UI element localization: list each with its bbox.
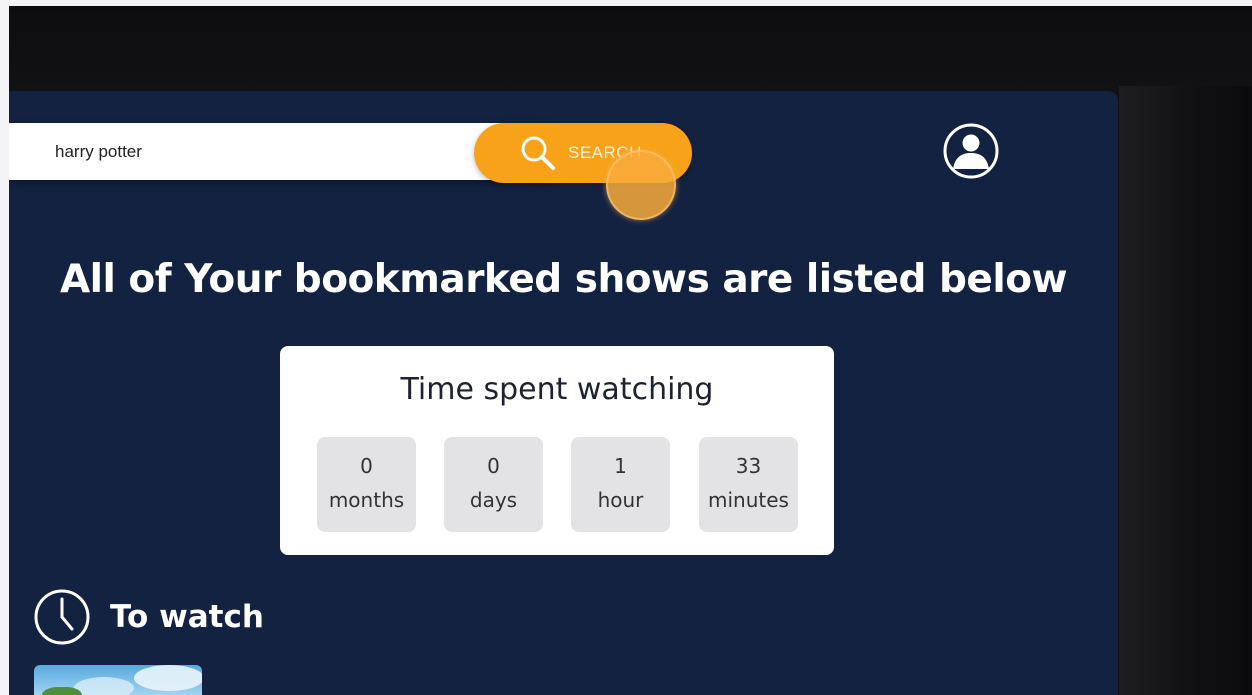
to-watch-section-header: To watch	[33, 588, 264, 646]
thumbnail-cloud	[74, 677, 134, 695]
right-shadow	[1119, 86, 1252, 695]
search-bar: SEARCH	[9, 123, 693, 220]
search-button[interactable]: SEARCH	[474, 123, 692, 183]
stat-value: 0	[487, 454, 500, 478]
stat-unit: minutes	[708, 488, 789, 512]
thumbnail-cloud	[134, 665, 202, 691]
stat-hours: 1 hour	[571, 437, 670, 532]
time-spent-card: Time spent watching 0 months 0 days 1 ho…	[280, 346, 834, 555]
show-thumbnail[interactable]	[34, 665, 202, 695]
search-button-label: SEARCH	[568, 143, 642, 162]
time-card-title: Time spent watching	[400, 372, 714, 407]
thumbnail-foliage	[42, 687, 82, 695]
stat-minutes: 33 minutes	[699, 437, 798, 532]
search-icon	[520, 135, 556, 171]
page-headline: All of Your bookmarked shows are listed …	[59, 257, 1068, 302]
stat-months: 0 months	[317, 437, 416, 532]
stat-unit: months	[328, 488, 405, 512]
section-title: To watch	[110, 599, 264, 635]
clock-icon	[33, 588, 91, 646]
user-avatar-icon[interactable]	[943, 123, 999, 179]
stat-unit: hour	[597, 488, 644, 512]
app-window: SEARCH All of Your bookmarked shows are …	[9, 6, 1252, 695]
stat-unit: days	[469, 488, 518, 512]
stat-value: 1	[614, 454, 627, 478]
stat-value: 0	[360, 454, 373, 478]
stat-days: 0 days	[444, 437, 543, 532]
main-panel: SEARCH All of Your bookmarked shows are …	[9, 91, 1118, 695]
stat-value: 33	[735, 454, 762, 478]
